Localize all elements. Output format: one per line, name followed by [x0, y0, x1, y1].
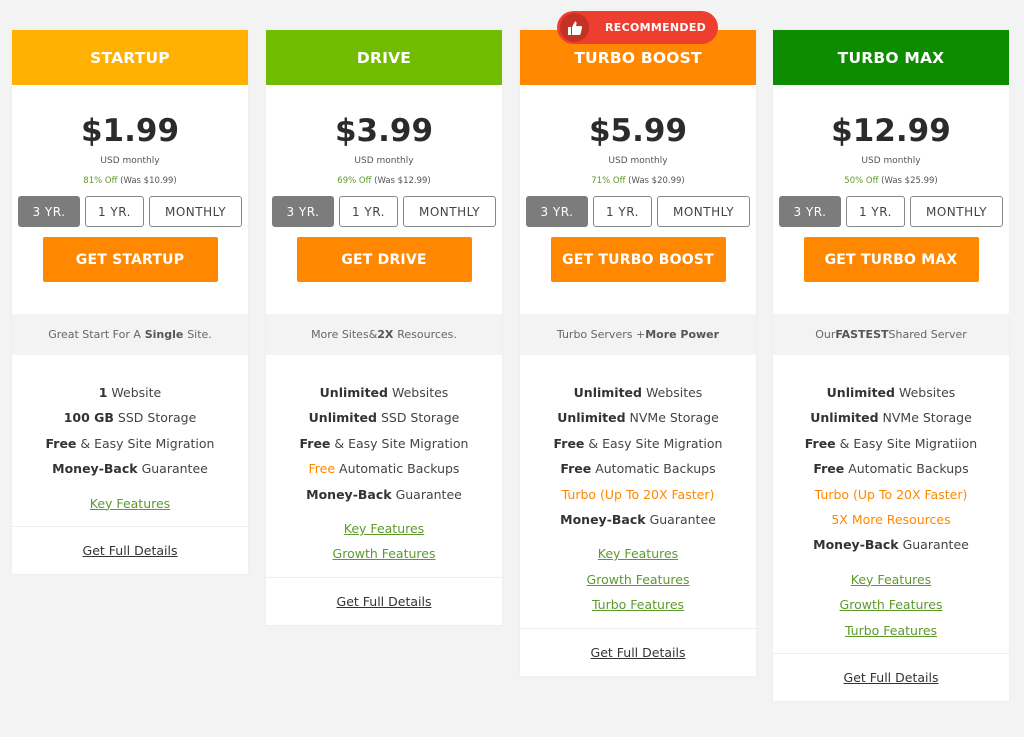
term-selector: 3 YR. 1 YR. MONTHLY — [773, 196, 1009, 227]
thumbs-up-icon — [560, 13, 589, 42]
discount-text: 71% Off (Was $20.99) — [520, 176, 756, 188]
feature-item: Turbo (Up To 20X Faster) — [561, 486, 715, 502]
feature-item: Free & Easy Site Migration — [553, 435, 723, 451]
discount-percent: 71% Off — [591, 176, 626, 186]
feature-item: Free Automatic Backups — [560, 461, 716, 477]
feature-item: Free & Easy Site Migration — [299, 435, 469, 451]
plan-tagline: Great Start For A Single Site. — [12, 314, 248, 355]
term-monthly-button[interactable]: MONTHLY — [910, 196, 1003, 227]
key-features-link[interactable]: Key Features — [773, 567, 1009, 592]
term-3yr-button[interactable]: 3 YR. — [526, 196, 588, 227]
was-price: (Was $20.99) — [628, 176, 685, 186]
feature-item: Unlimited Websites — [573, 385, 703, 400]
growth-features-link[interactable]: Growth Features — [520, 567, 756, 592]
term-1yr-button[interactable]: 1 YR. — [339, 196, 398, 227]
get-turbo-boost-button[interactable]: GET TURBO BOOST — [550, 237, 726, 282]
feature-item: Free Automatic Backups — [308, 461, 460, 477]
discount-percent: 69% Off — [337, 176, 372, 186]
feature-item: 5X More Resources — [831, 511, 951, 527]
discount-text: 81% Off (Was $10.99) — [12, 176, 248, 188]
feature-item: Turbo (Up To 20X Faster) — [814, 486, 968, 502]
growth-features-label[interactable]: Growth Features — [333, 546, 436, 561]
get-full-details-link[interactable]: Get Full Details — [520, 629, 756, 676]
feature-item: 1 Website — [98, 385, 162, 400]
price-unit: USD monthly — [861, 156, 921, 166]
key-features-link[interactable]: Key Features — [12, 491, 248, 516]
get-full-details-link[interactable]: Get Full Details — [12, 527, 248, 574]
plan-card-turbo-boost: TURBO BOOST $5.99 USD monthly 71% Off (W… — [520, 30, 756, 676]
term-3yr-button[interactable]: 3 YR. — [272, 196, 334, 227]
feature-item: Unlimited SSD Storage — [308, 410, 460, 426]
plan-card-drive: DRIVE $3.99 USD monthly 69% Off (Was $12… — [266, 30, 502, 625]
turbo-features-link[interactable]: Turbo Features — [520, 592, 756, 617]
term-monthly-button[interactable]: MONTHLY — [149, 196, 242, 227]
feature-item: Money-Back Guarantee — [560, 511, 716, 527]
plan-tagline: Our FASTEST Shared Server — [773, 314, 1009, 355]
get-full-details-link[interactable]: Get Full Details — [266, 578, 502, 625]
feature-item: 100 GB SSD Storage — [63, 410, 197, 426]
feature-item: Unlimited NVMe Storage — [557, 410, 719, 426]
get-full-details-link[interactable]: Get Full Details — [773, 654, 1009, 701]
price-unit: USD monthly — [354, 156, 414, 166]
turbo-features-link[interactable]: Turbo Features — [773, 618, 1009, 643]
term-1yr-button[interactable]: 1 YR. — [85, 196, 144, 227]
plan-card-turbo-max: TURBO MAX $12.99 USD monthly 50% Off (Wa… — [773, 30, 1009, 701]
plan-title: STARTUP — [12, 30, 248, 85]
plan-tagline: More Sites & 2X Resources. — [266, 314, 502, 355]
discount-text: 69% Off (Was $12.99) — [266, 176, 502, 188]
feature-list: Unlimited Websites Unlimited NVMe Storag… — [773, 355, 1009, 558]
growth-features-link[interactable]: Growth Features — [266, 541, 502, 566]
feature-item: Money-Back Guarantee — [813, 537, 969, 553]
plan-card-startup: STARTUP $1.99 USD monthly 81% Off (Was $… — [12, 30, 248, 574]
term-1yr-button[interactable]: 1 YR. — [593, 196, 652, 227]
get-startup-button[interactable]: GET STARTUP — [42, 237, 218, 282]
was-price: (Was $12.99) — [374, 176, 431, 186]
growth-features-link[interactable]: Growth Features — [773, 592, 1009, 617]
plan-title: TURBO MAX — [773, 30, 1009, 85]
get-drive-button[interactable]: GET DRIVE — [296, 237, 472, 282]
plan-price: $1.99 — [80, 113, 180, 149]
discount-percent: 81% Off — [83, 176, 118, 186]
discount-text: 50% Off (Was $25.99) — [773, 176, 1009, 188]
feature-item: Unlimited Websites — [319, 385, 449, 400]
feature-item: Free Automatic Backups — [813, 461, 969, 477]
term-selector: 3 YR. 1 YR. MONTHLY — [266, 196, 502, 227]
price-unit: USD monthly — [100, 156, 160, 166]
price-unit: USD monthly — [608, 156, 668, 166]
term-selector: 3 YR. 1 YR. MONTHLY — [520, 196, 756, 227]
feature-item: Free & Easy Site Migratiion — [804, 435, 978, 451]
feature-item: Unlimited NVMe Storage — [810, 410, 972, 426]
term-selector: 3 YR. 1 YR. MONTHLY — [12, 196, 248, 227]
feature-item: Money-Back Guarantee — [52, 461, 208, 477]
term-monthly-button[interactable]: MONTHLY — [403, 196, 496, 227]
feature-list: 1 Website 100 GB SSD Storage Free & Easy… — [12, 355, 248, 482]
get-turbo-max-button[interactable]: GET TURBO MAX — [803, 237, 979, 282]
discount-percent: 50% Off — [844, 176, 879, 186]
feature-list: Unlimited Websites Unlimited SSD Storage… — [266, 355, 502, 507]
feature-item: Unlimited Websites — [826, 385, 956, 400]
plan-price: $5.99 — [588, 113, 688, 149]
was-price: (Was $10.99) — [120, 176, 177, 186]
term-1yr-button[interactable]: 1 YR. — [846, 196, 905, 227]
plan-price: $3.99 — [334, 113, 434, 149]
term-3yr-button[interactable]: 3 YR. — [779, 196, 841, 227]
plan-title: DRIVE — [266, 30, 502, 85]
recommended-badge: RECOMMENDED — [557, 11, 718, 44]
feature-item: Free & Easy Site Migration — [45, 435, 215, 451]
plan-price: $12.99 — [831, 113, 951, 149]
key-features-link[interactable]: Key Features — [520, 541, 756, 566]
plan-tagline: Turbo Servers + More Power — [520, 314, 756, 355]
key-features-link[interactable]: Key Features — [266, 516, 502, 541]
term-3yr-button[interactable]: 3 YR. — [18, 196, 80, 227]
recommended-label: RECOMMENDED — [605, 21, 707, 34]
was-price: (Was $25.99) — [881, 176, 938, 186]
feature-item: Money-Back Guarantee — [306, 486, 462, 502]
term-monthly-button[interactable]: MONTHLY — [657, 196, 750, 227]
feature-list: Unlimited Websites Unlimited NVMe Storag… — [520, 355, 756, 532]
